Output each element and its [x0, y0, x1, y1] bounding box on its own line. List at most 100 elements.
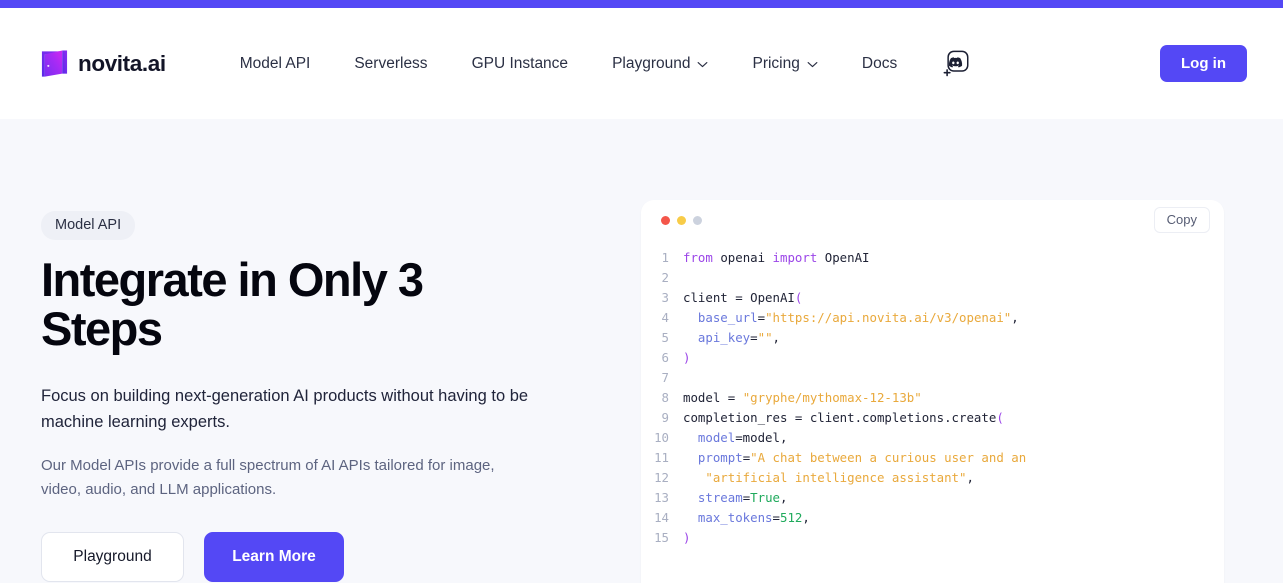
code-panel-titlebar: Copy — [641, 200, 1224, 240]
code-token: , — [802, 510, 810, 525]
code-line-content: max_tokens=512, — [683, 508, 810, 528]
code-line-number: 9 — [661, 410, 669, 425]
code-line-content: model = "gryphe/mythomax-12-13b" — [683, 388, 922, 408]
copy-code-button[interactable]: Copy — [1153, 207, 1210, 233]
top-accent-strip — [0, 0, 1283, 8]
code-token: "artificial intelligence assistant" — [683, 470, 967, 485]
nav-item-serverless[interactable]: Serverless — [332, 47, 449, 81]
site-header: novita.ai Model API Serverless GPU Insta… — [0, 8, 1283, 119]
code-token: import — [772, 250, 825, 265]
chevron-down-icon — [697, 61, 708, 68]
code-token: OpenAI — [824, 250, 870, 265]
code-line-content: stream=True, — [683, 488, 788, 508]
code-line: 3 client = OpenAI( — [641, 288, 1224, 308]
nav-item-gpu-instance[interactable]: GPU Instance — [450, 47, 591, 81]
code-line: 2 — [641, 268, 1224, 288]
hero-content: Model API Integrate in Only 3 Steps Focu… — [41, 119, 601, 582]
code-token: , — [780, 490, 788, 505]
code-line-number: 10 — [654, 430, 669, 445]
main-nav: Model API Serverless GPU Instance Playgr… — [218, 47, 972, 81]
nav-label: Serverless — [354, 54, 428, 72]
brand-name: novita.ai — [78, 50, 166, 76]
page-title: Integrate in Only 3 Steps — [41, 253, 424, 355]
code-line: 5 api_key="", — [641, 328, 1224, 348]
code-line-number: 1 — [661, 250, 669, 265]
code-line: 10 model=model, — [641, 428, 1224, 448]
window-close-dot-icon — [661, 215, 670, 225]
code-token: "gryphe/mythomax-12-13b" — [742, 390, 922, 405]
code-line-content: completion_res = client.completions.crea… — [683, 408, 1004, 428]
nav-item-model-api[interactable]: Model API — [218, 47, 333, 81]
code-token: 512 — [780, 510, 803, 525]
code-token: ) — [683, 530, 691, 545]
code-token: = — [757, 310, 766, 325]
window-maximize-dot-icon — [693, 215, 702, 225]
nav-item-pricing[interactable]: Pricing — [730, 47, 839, 81]
window-traffic-lights — [661, 215, 702, 225]
code-block[interactable]: 1 from openai import OpenAI 2 3 client = Ope… — [641, 240, 1224, 548]
code-token: ( — [996, 410, 1004, 425]
hero-section: Model API Integrate in Only 3 Steps Focu… — [0, 119, 1283, 583]
code-line-content: "artificial intelligence assistant", — [683, 468, 974, 488]
code-token: stream — [683, 490, 743, 505]
code-token: api_key — [683, 330, 751, 345]
brand-logo[interactable]: novita.ai — [40, 49, 166, 79]
code-line: 14 max_tokens=512, — [641, 508, 1224, 528]
code-line-number: 14 — [654, 510, 669, 525]
code-token: max_tokens — [683, 510, 773, 525]
code-token: model — [683, 430, 736, 445]
code-line: 1 from openai import OpenAI — [641, 248, 1224, 268]
code-line: 13 stream=True, — [641, 488, 1224, 508]
code-token: ) — [683, 350, 691, 365]
code-token: completion_res = client.completions.crea… — [683, 410, 997, 425]
code-token: ( — [794, 290, 803, 305]
code-line: 7 — [641, 368, 1224, 388]
code-line: 11 prompt="A chat between a curious user… — [641, 448, 1224, 468]
code-line: 15) — [641, 528, 1224, 548]
code-line: 8 model = "gryphe/mythomax-12-13b" — [641, 388, 1224, 408]
chevron-down-icon — [807, 61, 818, 68]
code-token: , — [966, 470, 974, 485]
code-line-number: 2 — [661, 270, 669, 285]
code-line-number: 8 — [661, 390, 669, 405]
code-token: = — [772, 510, 780, 525]
nav-label: GPU Instance — [471, 54, 569, 72]
code-line-number: 6 — [661, 350, 669, 365]
code-line-number: 4 — [661, 310, 669, 325]
code-line-content: from openai import OpenAI — [683, 248, 870, 268]
hero-actions: Playground Learn More — [41, 532, 601, 582]
code-line-content: ) — [683, 528, 690, 548]
code-line-number: 12 — [654, 470, 669, 485]
code-token: = — [750, 330, 758, 345]
code-token: True — [750, 490, 780, 505]
code-token: prompt — [683, 450, 743, 465]
code-token: model = — [683, 390, 743, 405]
learn-more-button[interactable]: Learn More — [204, 532, 344, 582]
code-line: 12 "artificial intelligence assistant", — [641, 468, 1224, 488]
code-line-content: api_key="", — [683, 328, 780, 348]
code-sample-panel: Copy 1 from openai import OpenAI 2 3 client … — [641, 200, 1224, 583]
code-line-content: base_url="https://api.novita.ai/v3/opena… — [683, 308, 1019, 328]
code-token: , — [772, 330, 780, 345]
login-button[interactable]: Log in — [1160, 45, 1247, 82]
code-line-content: client = OpenAI( — [683, 288, 802, 308]
code-token: =model, — [735, 430, 788, 445]
nav-item-playground[interactable]: Playground — [590, 47, 730, 81]
nav-label: Model API — [239, 54, 311, 72]
code-token: openai — [720, 250, 773, 265]
code-line-content: prompt="A chat between a curious user an… — [683, 448, 1026, 468]
nav-item-docs[interactable]: Docs — [840, 47, 919, 81]
code-line: 4 base_url="https://api.novita.ai/v3/ope… — [641, 308, 1224, 328]
code-token: "https://api.novita.ai/v3/openai" — [765, 310, 1012, 325]
code-line-number: 13 — [654, 490, 669, 505]
code-line-number: 5 — [661, 330, 669, 345]
code-line: 6) — [641, 348, 1224, 368]
playground-button[interactable]: Playground — [41, 532, 184, 582]
window-minimize-dot-icon — [677, 215, 686, 225]
code-token: "" — [757, 330, 773, 345]
discord-icon[interactable] — [943, 50, 971, 78]
hero-lead-text: Focus on building next-generation AI pro… — [41, 386, 529, 431]
code-line-number: 7 — [661, 370, 669, 385]
code-token: , — [1011, 310, 1019, 325]
door-logo-icon — [40, 49, 69, 79]
